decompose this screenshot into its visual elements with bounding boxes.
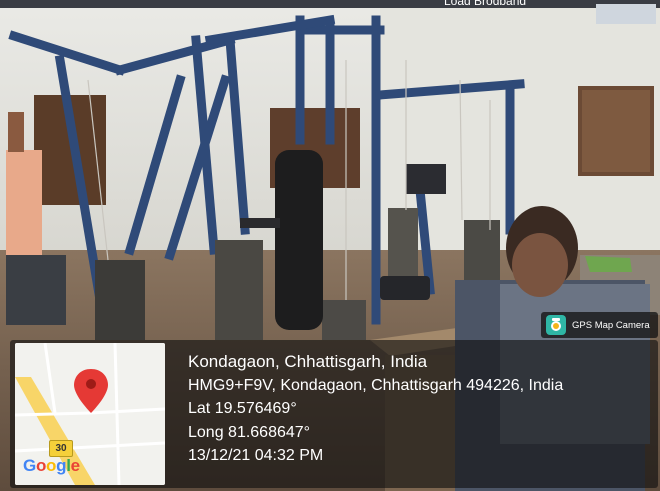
photo-frame: Load Brodband GPS Map Camera 30 Google K…: [0, 0, 660, 491]
gps-badge-label: GPS Map Camera: [572, 319, 650, 331]
location-title: Kondagaon, Chhattisgarh, India: [188, 352, 428, 371]
top-caption: Load Brodband: [444, 0, 527, 8]
location-longitude: Long 81.668647°: [188, 423, 311, 441]
location-info: Kondagaon, Chhattisgarh, India HMG9+F9V,…: [188, 350, 563, 468]
gps-map-camera-badge: GPS Map Camera: [541, 312, 658, 338]
google-logo: Google: [23, 456, 80, 475]
location-timestamp: 13/12/21 04:32 PM: [188, 447, 324, 464]
gps-camera-icon: [546, 315, 566, 335]
road-shield: 30: [49, 440, 73, 457]
map-thumbnail: 30 Google: [15, 343, 165, 485]
location-address: HMG9+F9V, Kondagaon, Chhattisgarh 494226…: [188, 376, 564, 394]
location-latitude: Lat 19.576469°: [188, 400, 297, 417]
